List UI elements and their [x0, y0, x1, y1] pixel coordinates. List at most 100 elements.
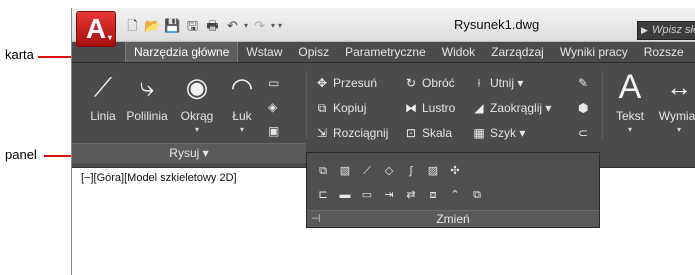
join-icon[interactable]: ▬ [337, 187, 353, 203]
tab-parametryczne[interactable]: Parametryczne [337, 42, 434, 62]
circle-dropdown-icon[interactable]: ▾ [176, 125, 218, 134]
array-dropdown-icon[interactable]: ▾ [519, 126, 525, 140]
fillet-label: Zaokrąglij [490, 101, 543, 115]
modify-extra-tools: ⧉ ▧ ⟋ ◇ ∫ ▨ ✣ ⊏ ▬ ▭ ⇥ ⇄ ⧈ ⌃ ⧉ [315, 163, 515, 211]
line-button[interactable]: ⟋ Linia [86, 69, 120, 123]
move-icon: ✥ [316, 76, 328, 90]
tab-rozszerzenia[interactable]: Rozsze [636, 42, 692, 62]
text-button[interactable]: A Tekst ▾ [610, 69, 650, 134]
autocad-logo-icon: A [85, 13, 107, 44]
scale-button[interactable]: ⊡ Skala [404, 125, 452, 141]
polyline-edit-icon[interactable]: ∫ [403, 163, 419, 179]
array-icon: ▦ [473, 126, 485, 140]
draworder-icon[interactable]: ⧉ [315, 163, 331, 179]
rotate-label: Obróć [422, 76, 455, 90]
dimension-button[interactable]: ↔ Wymiar ▾ [654, 69, 695, 134]
move-label: Przesuń [333, 76, 378, 90]
undo-dropdown-icon[interactable]: ▾ [244, 21, 248, 30]
tab-narzedzia-glowne[interactable]: Narzędzia główne [125, 42, 239, 62]
dimension-dropdown-icon[interactable]: ▾ [654, 125, 695, 134]
redo-icon[interactable]: ↷ [251, 17, 268, 34]
tab-opisz[interactable]: Opisz [290, 42, 337, 62]
new-icon[interactable]: 🗋 [124, 17, 141, 34]
mirror-button[interactable]: ⧓ Lustro [404, 100, 455, 116]
copy-icon: ⧉ [317, 101, 327, 115]
search-box[interactable]: ▶ Wpisz sło [637, 21, 695, 40]
mirror-label: Lustro [422, 101, 456, 115]
break-icon[interactable]: ⊏ [315, 187, 331, 203]
tab-widok[interactable]: Widok [434, 42, 483, 62]
hatch-icon[interactable]: ◈ [268, 99, 277, 115]
quick-access-toolbar: 🗋 📂 💾 🖫 🖶 ↶ ▾ ↷ ▾ ▾ [124, 15, 282, 35]
trim-label: Utnij [490, 76, 515, 90]
autocad-window: 🗋 📂 💾 🖫 🖶 ↶ ▾ ↷ ▾ ▾ Rysunek1.dwg ▶ Wpisz… [71, 8, 695, 275]
panel-separator [602, 71, 603, 139]
stretch-icon: ⇲ [316, 126, 328, 140]
explode-icon[interactable]: ⬢ [578, 100, 588, 116]
break-at-point-icon[interactable]: ▭ [359, 187, 375, 203]
draw-order-menu-icon[interactable]: ⧉ [469, 187, 485, 203]
draw-panel-title-bar[interactable]: Rysuj ▾ [72, 143, 306, 163]
hatch-edit-icon[interactable]: ▨ [425, 163, 441, 179]
fillet-icon: ◢ [474, 101, 484, 115]
polyline-icon: ⤷ [139, 72, 155, 102]
extend-icon[interactable]: ⇥ [381, 187, 397, 203]
copy-button[interactable]: ⧉ Kopiuj [315, 100, 367, 116]
app-menu-caret-icon: ▾ [107, 33, 112, 42]
undo-icon[interactable]: ↶ [224, 17, 241, 34]
move-button[interactable]: ✥ Przesuń [315, 75, 377, 91]
array-button[interactable]: ▦ Szyk ▾ [472, 125, 525, 141]
mirror-icon: ⧓ [405, 101, 417, 115]
stretch-button[interactable]: ⇲ Rozciągnij [315, 125, 388, 141]
circle-label: Okrąg [180, 109, 214, 123]
print-icon[interactable]: 🖶 [204, 17, 221, 34]
arc-button[interactable]: ◠ Łuk ▾ [225, 69, 259, 134]
redo-dropdown-icon[interactable]: ▾ [271, 21, 275, 30]
circle-button[interactable]: ◉ Okrąg ▾ [176, 69, 218, 134]
trim-button[interactable]: ⟊ Utnij ▾ [472, 75, 523, 91]
overkill-icon[interactable]: ⧈ [425, 187, 441, 203]
fillet-dropdown-icon[interactable]: ▾ [545, 101, 551, 115]
rotate-button[interactable]: ↻ Obróć [404, 75, 455, 91]
trim-dropdown-icon[interactable]: ▾ [517, 76, 523, 90]
save-as-icon[interactable]: 🖫 [184, 17, 201, 34]
arc-dropdown-icon[interactable]: ▾ [225, 125, 259, 134]
scale-label: Skala [422, 126, 453, 140]
blend-icon[interactable]: ⌃ [447, 187, 463, 203]
tab-wstaw[interactable]: Wstaw [238, 42, 290, 62]
panel-separator [306, 71, 307, 139]
customize-qat-icon[interactable]: ▾ [278, 21, 282, 30]
region-icon[interactable]: ▣ [268, 123, 279, 139]
annotation-panel-label: panel [5, 147, 37, 162]
rotate-icon: ↻ [405, 76, 417, 90]
tab-zarzadzaj[interactable]: Zarządzaj [483, 42, 552, 62]
polyline-button[interactable]: ⤷ Polilinia [122, 69, 172, 123]
align-icon[interactable]: ✣ [447, 163, 463, 179]
line-label: Linia [90, 109, 116, 123]
save-icon[interactable]: 💾 [164, 17, 181, 34]
tab-wyniki-pracy[interactable]: Wyniki pracy [552, 42, 636, 62]
viewport-controls-label[interactable]: [−][Góra][Model szkieletowy 2D] [81, 172, 237, 184]
copy-label: Kopiuj [333, 101, 367, 115]
erase-icon[interactable]: ✎ [578, 75, 588, 91]
rectangle-icon[interactable]: ▭ [268, 75, 279, 91]
reverse-icon[interactable]: ⇄ [403, 187, 419, 203]
title-bar: 🗋 📂 💾 🖫 🖶 ↶ ▾ ↷ ▾ ▾ Rysunek1.dwg ▶ Wpisz… [72, 8, 695, 42]
modify-panel-title-bar[interactable]: ⊣ Zmień [307, 210, 599, 227]
edit-spline-icon[interactable]: ◇ [381, 163, 397, 179]
lengthen-icon[interactable]: ⟋ [359, 163, 375, 179]
arc-label: Łuk [232, 109, 252, 123]
dimension-icon: ↔ [666, 72, 692, 102]
search-placeholder: Wpisz sło [652, 24, 695, 36]
line-icon: ⟋ [93, 72, 113, 102]
fillet-button[interactable]: ◢ Zaokrąglij ▾ [472, 100, 551, 116]
text-dropdown-icon[interactable]: ▾ [610, 125, 650, 134]
application-menu-button[interactable]: A ▾ [76, 11, 116, 47]
search-expand-icon[interactable]: ▶ [641, 22, 648, 39]
open-icon[interactable]: 📂 [144, 17, 161, 34]
stretch-label: Rozciągnij [333, 126, 389, 140]
polyline-label: Polilinia [126, 109, 168, 123]
pin-panel-icon[interactable]: ⊣ [311, 211, 321, 227]
offset-icon[interactable]: ⊂ [578, 125, 588, 141]
match-icon[interactable]: ▧ [337, 163, 353, 179]
